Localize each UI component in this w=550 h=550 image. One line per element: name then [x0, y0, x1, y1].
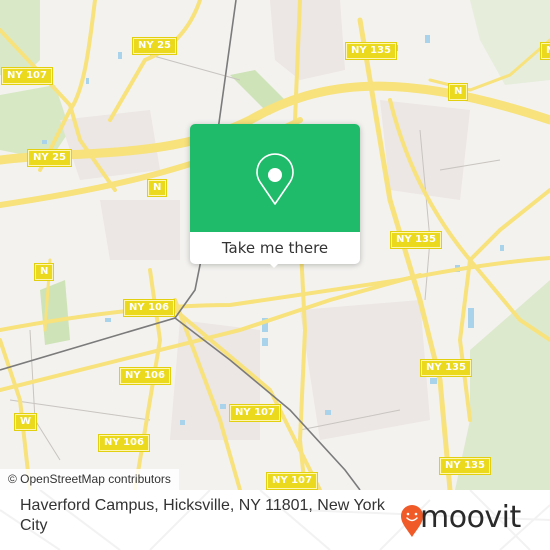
map[interactable]: NY 25 NY 107 NY 25 N N NY 135 N N NY 135… [0, 0, 550, 490]
road-label-ny25: NY 25 [133, 38, 177, 54]
road-label-ny107: NY 107 [2, 68, 52, 84]
road-label-n: N [541, 43, 550, 59]
map-pin-icon [256, 153, 294, 205]
road-label-n: N [449, 84, 468, 100]
road-label-w: W [15, 414, 37, 430]
road-label-ny25: NY 25 [28, 150, 72, 166]
road-label-ny106: NY 106 [124, 300, 174, 316]
road-label-ny106: NY 106 [120, 368, 170, 384]
map-attribution[interactable]: © OpenStreetMap contributors [0, 469, 179, 490]
road-label-ny135: NY 135 [440, 458, 490, 474]
road-label-ny135: NY 135 [421, 360, 471, 376]
road-label-ny106: NY 106 [99, 435, 149, 451]
moovit-logo[interactable]: moovit [400, 500, 540, 540]
road-label-n: N [148, 180, 167, 196]
road-label-ny135: NY 135 [391, 232, 441, 248]
moovit-wordmark: moovit [420, 500, 521, 535]
road-label-ny107: NY 107 [267, 473, 317, 489]
road-label-n: N [35, 264, 54, 280]
popup-pointer [266, 260, 282, 268]
location-popup: Take me there [190, 124, 360, 268]
address-text: Haverford Campus, Hicksville, NY 11801, … [20, 497, 385, 534]
popup-header [190, 124, 360, 232]
road-label-ny135: NY 135 [346, 43, 396, 59]
road-label-ny107: NY 107 [230, 405, 280, 421]
